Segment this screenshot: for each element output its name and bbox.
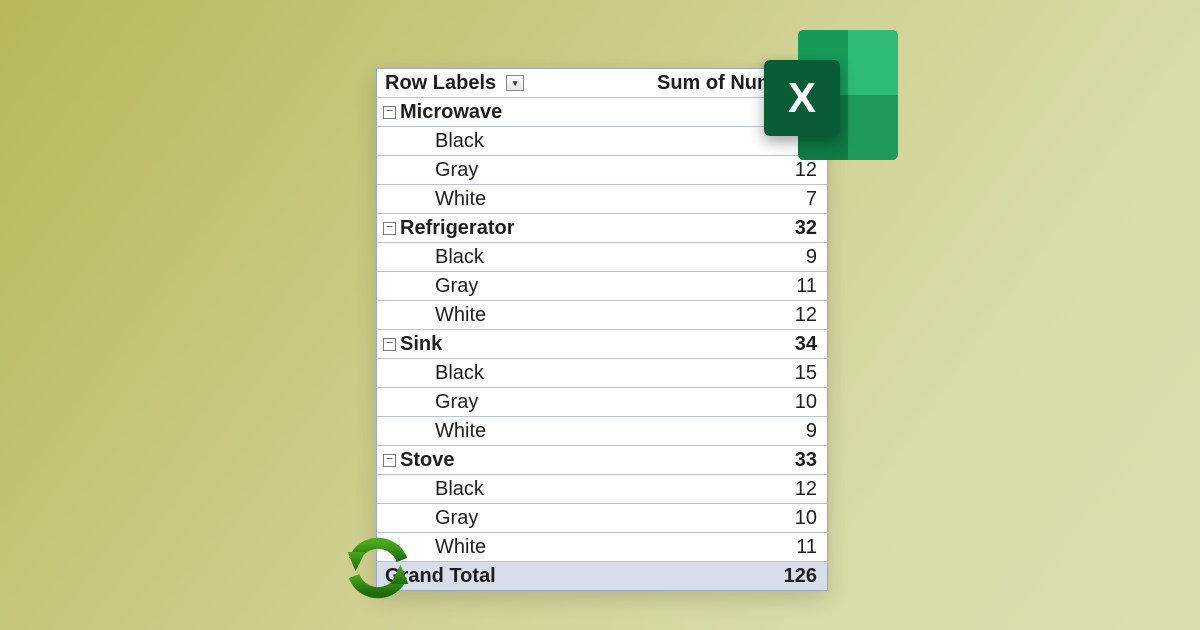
group-subtotal: 34 <box>795 333 817 355</box>
row-value: 9 <box>806 246 817 268</box>
row-value: 11 <box>796 275 817 297</box>
background: Row Labels ▾ Sum of Number i Microwave B… <box>0 0 1200 630</box>
grand-total-row: Grand Total 126 <box>377 562 827 590</box>
row-value: 11 <box>796 536 817 558</box>
table-row[interactable]: White11 <box>377 533 827 562</box>
row-label: White <box>385 420 486 442</box>
row-label: Gray <box>385 507 478 529</box>
table-row[interactable]: White 7 <box>377 185 827 214</box>
table-row[interactable]: Black 9 <box>377 243 827 272</box>
row-labels-header: Row Labels <box>385 72 496 94</box>
group-header-stove[interactable]: Stove 33 <box>377 446 827 475</box>
row-value: 15 <box>795 362 817 384</box>
row-value: 10 <box>795 507 817 529</box>
row-value: 12 <box>795 304 817 326</box>
group-subtotal: 32 <box>795 217 817 239</box>
row-label: White <box>385 188 486 210</box>
collapse-icon[interactable] <box>383 338 396 351</box>
table-row[interactable]: Black 12 <box>377 475 827 504</box>
row-label: Black <box>385 130 484 152</box>
row-label: Black <box>385 246 484 268</box>
table-row[interactable]: White 9 <box>377 417 827 446</box>
excel-letter: X <box>788 74 816 122</box>
row-value: 7 <box>806 188 817 210</box>
group-header-refrigerator[interactable]: Refrigerator 32 <box>377 214 827 243</box>
row-label: Gray <box>385 391 478 413</box>
table-row[interactable]: Gray 10 <box>377 504 827 533</box>
group-label: Refrigerator <box>400 217 514 239</box>
table-row[interactable]: White 12 <box>377 301 827 330</box>
row-label: Gray <box>385 275 478 297</box>
row-label: Black <box>385 478 484 500</box>
row-label: Gray <box>385 159 478 181</box>
group-label: Microwave <box>400 101 502 123</box>
group-label: Sink <box>400 333 442 355</box>
table-row[interactable]: Gray 10 <box>377 388 827 417</box>
refresh-icon <box>338 528 418 608</box>
collapse-icon[interactable] <box>383 454 396 467</box>
row-label: White <box>385 304 486 326</box>
row-label: Black <box>385 362 484 384</box>
grand-total-value: 126 <box>784 565 817 587</box>
group-label: Stove <box>400 449 454 471</box>
collapse-icon[interactable] <box>383 106 396 119</box>
row-value: 9 <box>806 420 817 442</box>
collapse-icon[interactable] <box>383 222 396 235</box>
table-row[interactable]: Gray 11 <box>377 272 827 301</box>
row-value: 12 <box>795 478 817 500</box>
row-labels-filter-dropdown[interactable]: ▾ <box>506 75 524 91</box>
group-subtotal: 33 <box>795 449 817 471</box>
excel-icon: X <box>756 30 906 170</box>
row-value: 10 <box>795 391 817 413</box>
table-row[interactable]: Black 15 <box>377 359 827 388</box>
group-header-sink[interactable]: Sink 34 <box>377 330 827 359</box>
